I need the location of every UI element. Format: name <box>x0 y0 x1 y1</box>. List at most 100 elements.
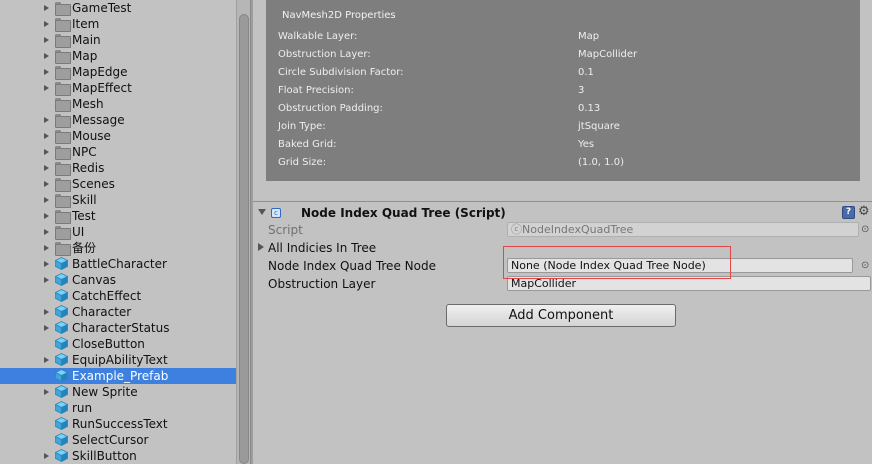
obstruction-layer-label: Obstruction Layer <box>268 277 376 291</box>
project-tree: GameTest Item Main Map MapEdge MapEffect Mesh M… <box>0 0 236 464</box>
expand-arrow-icon[interactable] <box>44 245 49 251</box>
folder-icon <box>55 210 71 224</box>
tree-item-label: MapEdge <box>72 65 128 79</box>
expand-arrow-icon[interactable] <box>44 389 49 395</box>
tree-item-label: CharacterStatus <box>72 321 170 335</box>
expand-arrow-icon[interactable] <box>44 149 49 155</box>
tree-item[interactable]: CloseButton <box>0 336 236 352</box>
tree-item[interactable]: Main <box>0 32 236 48</box>
prefab-icon <box>54 289 69 303</box>
navmesh-prop-key: Grid Size: <box>278 157 327 168</box>
tree-item[interactable]: NPC <box>0 144 236 160</box>
expand-arrow-icon[interactable] <box>44 37 49 43</box>
folder-icon <box>55 146 71 160</box>
navmesh-prop-key: Obstruction Layer: <box>278 49 371 60</box>
expand-arrow-icon[interactable] <box>44 69 49 75</box>
tree-item[interactable]: CharacterStatus <box>0 320 236 336</box>
component-foldout-arrow[interactable] <box>258 209 266 215</box>
tree-item[interactable]: MapEdge <box>0 64 236 80</box>
all-indicies-label[interactable]: All Indicies In Tree <box>268 241 376 255</box>
tree-item[interactable]: GameTest <box>0 0 236 16</box>
tree-item[interactable]: Character <box>0 304 236 320</box>
tree-item-label: UI <box>72 225 85 239</box>
expand-arrow-icon[interactable] <box>44 165 49 171</box>
tree-item[interactable]: Map <box>0 48 236 64</box>
tree-item[interactable]: Test <box>0 208 236 224</box>
expand-arrow-icon[interactable] <box>44 53 49 59</box>
tree-item[interactable]: EquipAbilityText <box>0 352 236 368</box>
expand-arrow-icon[interactable] <box>44 229 49 235</box>
expand-arrow-icon[interactable] <box>44 357 49 363</box>
prefab-icon <box>54 321 69 335</box>
project-tree-scrollbar[interactable] <box>236 0 250 464</box>
tree-item-label: Map <box>72 49 98 63</box>
expand-arrow-icon[interactable] <box>44 117 49 123</box>
tree-item-label: Message <box>72 113 125 127</box>
tree-item[interactable]: Mouse <box>0 128 236 144</box>
navmesh-prop-value: 3 <box>578 85 585 96</box>
folder-icon <box>55 18 71 32</box>
folder-icon <box>55 34 71 48</box>
tree-item-label: SkillButton <box>72 449 137 463</box>
tree-item[interactable]: Message <box>0 112 236 128</box>
expand-arrow-icon[interactable] <box>44 453 49 459</box>
object-picker-icon[interactable]: ⊙ <box>861 224 869 235</box>
prefab-icon <box>54 401 69 415</box>
tree-item[interactable]: Example_Prefab <box>0 368 236 384</box>
tree-item[interactable]: Item <box>0 16 236 32</box>
expand-arrow-icon[interactable] <box>44 213 49 219</box>
expand-arrow-icon[interactable] <box>44 133 49 139</box>
tree-item[interactable]: run <box>0 400 236 416</box>
expand-arrow-icon[interactable] <box>44 85 49 91</box>
expand-arrow-icon[interactable] <box>44 197 49 203</box>
tree-item[interactable]: UI <box>0 224 236 240</box>
folder-icon <box>55 50 71 64</box>
expand-arrow-icon[interactable] <box>44 277 49 283</box>
prefab-icon <box>54 257 69 271</box>
prefab-icon <box>54 369 69 383</box>
all-indicies-expand-arrow[interactable] <box>258 243 264 251</box>
navmesh-prop-value: Map <box>578 31 600 42</box>
object-picker-icon[interactable]: ⊙ <box>861 260 869 271</box>
expand-arrow-icon[interactable] <box>44 21 49 27</box>
prefab-icon <box>54 433 69 447</box>
tree-item[interactable]: 备份 <box>0 240 236 256</box>
tree-item[interactable]: Mesh <box>0 96 236 112</box>
tree-item-label: MapEffect <box>72 81 132 95</box>
add-component-button[interactable]: Add Component <box>446 304 676 327</box>
tree-item-label: GameTest <box>72 1 132 15</box>
tree-item-label: Redis <box>72 161 105 175</box>
help-book-icon[interactable]: ? <box>842 206 855 219</box>
tree-item[interactable]: SelectCursor <box>0 432 236 448</box>
tree-item-label: run <box>72 401 93 415</box>
tree-item[interactable]: SkillButton <box>0 448 236 464</box>
tree-item[interactable]: Redis <box>0 160 236 176</box>
expand-arrow-icon[interactable] <box>44 5 49 11</box>
navmesh-prop-key: Walkable Layer: <box>278 31 358 42</box>
tree-item-label: Mesh <box>72 97 104 111</box>
expand-arrow-icon[interactable] <box>44 325 49 331</box>
navmesh-prop-value: 0.13 <box>578 103 601 114</box>
expand-arrow-icon[interactable] <box>44 181 49 187</box>
scrollbar-thumb[interactable] <box>239 14 249 464</box>
tree-item[interactable]: CatchEffect <box>0 288 236 304</box>
tree-item[interactable]: BattleCharacter <box>0 256 236 272</box>
tree-item-label: CatchEffect <box>72 289 142 303</box>
folder-icon <box>55 178 71 192</box>
expand-arrow-icon[interactable] <box>44 309 49 315</box>
tree-item[interactable]: MapEffect <box>0 80 236 96</box>
tree-item[interactable]: New Sprite <box>0 384 236 400</box>
prefab-icon <box>54 305 69 319</box>
tree-item[interactable]: RunSuccessText <box>0 416 236 432</box>
tree-item-label: Skill <box>72 193 97 207</box>
navmesh2d-properties-panel: NavMesh2D Properties Walkable Layer: Map O… <box>266 0 860 181</box>
tree-item[interactable]: Canvas <box>0 272 236 288</box>
expand-arrow-icon[interactable] <box>44 261 49 267</box>
folder-icon <box>55 82 71 96</box>
tree-item[interactable]: Skill <box>0 192 236 208</box>
script-icon[interactable]: c <box>271 208 281 218</box>
tree-item[interactable]: Scenes <box>0 176 236 192</box>
gear-icon[interactable]: ⚙ <box>858 204 870 219</box>
folder-icon <box>55 194 71 208</box>
navmesh-prop-key: Join Type: <box>278 121 326 132</box>
